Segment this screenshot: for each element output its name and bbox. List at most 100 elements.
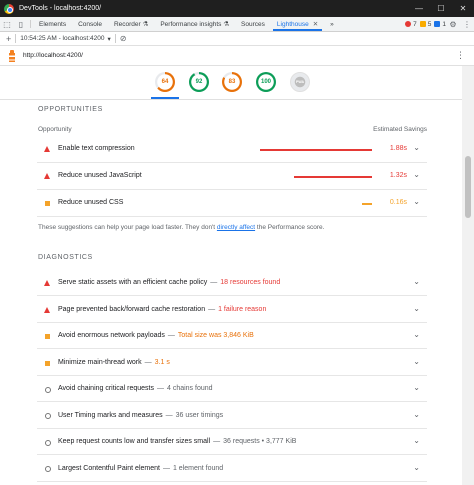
more-tabs-button[interactable]: » [324,17,340,31]
chevron-down-icon[interactable]: ⌄ [413,277,420,286]
tab-label: Recorder [113,20,141,28]
more-options-icon[interactable]: ⋮ [460,17,474,31]
tab-label: Sources [241,20,265,28]
chevron-down-icon[interactable]: ▾ [107,35,110,43]
warning-icon [419,21,426,27]
savings-value: 1.88s [389,145,407,152]
chevron-down-icon[interactable]: ⌄ [413,170,420,179]
fail-triangle-icon [44,306,50,313]
chevron-down-icon[interactable]: ⌄ [413,357,420,366]
vertical-scrollbar[interactable] [462,66,474,485]
dash-separator: — [162,464,170,472]
diagnostic-title: Minimize main-thread work [58,358,142,366]
directly-affect-link[interactable]: directly affect [217,224,255,231]
toolbar-divider [114,34,116,43]
dash-separator: — [165,411,173,419]
warning-count: 5 [427,20,432,28]
diagnostic-title: Avoid chaining critical requests [58,385,154,392]
performance-score-gauge[interactable]: 64 [155,72,175,92]
opportunity-title: Reduce unused JavaScript [58,172,142,179]
tab-sources[interactable]: Sources [235,17,271,31]
diagnostics-heading: DIAGNOSTICS [38,254,93,261]
average-square-icon [45,334,50,339]
new-report-button[interactable]: + [6,34,11,44]
average-square-icon [45,201,50,206]
dash-separator: — [210,279,218,286]
diagnostic-row[interactable]: Avoid enormous network payloads — Total si… [37,323,427,349]
report-selector[interactable]: 10:54:25 AM - localhost:4200 [20,35,104,42]
tab-label: Console [78,20,102,28]
tab-label: Performance insights [160,20,222,28]
report-url-row: http://localhost:4200/ ⋮ [0,46,474,66]
opportunity-row[interactable]: Enable text compression 1.88s ⌄ [37,136,427,163]
error-count: 7 [413,20,417,28]
savings-bar [294,176,372,178]
chevron-down-icon[interactable]: ⌄ [413,463,420,472]
lighthouse-toolbar: + 10:54:25 AM - localhost:4200 ▾ ⊘ [0,32,474,46]
chevron-down-icon[interactable]: ⌄ [413,304,420,313]
fail-triangle-icon [44,280,50,286]
close-window-button[interactable]: ✕ [452,0,474,17]
device-toolbar-icon[interactable]: ▯ [14,17,28,31]
tab-label: Lighthouse [276,20,309,28]
savings-value: 1.32s [389,172,407,179]
chevron-down-icon[interactable]: ⌄ [413,436,420,445]
tab-elements[interactable]: Elements [33,17,72,31]
pwa-badge-icon[interactable]: PWA [290,72,310,92]
dash-separator: — [167,332,175,339]
opportunity-row[interactable]: Reduce unused JavaScript 1.32s ⌄ [37,163,427,190]
chevron-down-icon[interactable]: ⌄ [413,330,420,339]
chevron-down-icon[interactable]: ⌄ [413,383,420,392]
diagnostic-row[interactable]: Minimize main-thread work —3.1 s ⌄ [37,350,427,376]
error-count-badge[interactable]: 7 [405,17,417,31]
warning-count-badge[interactable]: 5 [419,17,432,31]
chevron-down-icon[interactable]: ⌄ [413,197,420,206]
diagnostic-row[interactable]: Page prevented back/forward cache restor… [37,297,427,323]
tab-console[interactable]: Console [72,17,108,31]
diagnostic-row[interactable]: Avoid chaining critical requests —4 chain… [37,376,427,402]
maximize-button[interactable]: ☐ [430,0,452,17]
diagnostic-detail: Total size was 3,846 KiB [177,332,254,339]
best-practices-score-gauge[interactable]: 83 [222,72,242,92]
tab-recorder[interactable]: Recorder ⚗ [108,17,154,31]
settings-gear-icon[interactable]: ⚙ [446,17,460,31]
info-count-badge[interactable]: 1 [434,17,446,31]
diagnostic-row[interactable]: User Timing marks and measures —36 user t… [37,403,427,429]
average-square-icon [45,360,50,366]
diagnostic-detail: 1 element found [172,464,224,472]
score-gauges: 64 92 83 100 PWA [0,66,462,100]
minimize-button[interactable]: — [408,0,430,17]
opportunity-row[interactable]: Reduce unused CSS 0.16s ⌄ [37,190,427,217]
diagnostic-row[interactable]: Keep request counts low and transfer siz… [37,429,427,455]
note-text: the Performance score. [255,224,325,231]
gauge-score: 64 [161,79,169,85]
fail-triangle-icon [44,173,50,179]
diagnostic-row[interactable]: Serve static assets with an efficient ca… [37,270,427,296]
scrollbar-thumb[interactable] [465,156,471,218]
clear-reports-icon[interactable]: ⊘ [120,34,127,43]
seo-score-gauge[interactable]: 100 [256,72,276,92]
experiment-icon: ⚗ [223,21,230,28]
diagnostic-detail: 18 resources found [220,279,281,286]
gauge-score: 92 [195,79,203,85]
diagnostic-detail: 36 requests • 3,777 KiB [223,438,297,445]
gauge-score: PWA [296,80,304,84]
fail-triangle-icon [44,146,50,152]
report-menu-icon[interactable]: ⋮ [456,50,465,61]
diagnostic-title: User Timing marks and measures [58,411,163,419]
tab-performance-insights[interactable]: Performance insights ⚗ [154,17,235,31]
note-text: These suggestions can help your page loa… [38,224,217,231]
report-url[interactable]: http://localhost:4200/ [23,52,83,59]
close-tab-icon[interactable]: ✕ [313,20,318,28]
devtools-tabbar: ⬚ ▯ Elements Console Recorder ⚗ Performa… [0,17,474,32]
diagnostic-row[interactable]: Largest Contentful Paint element —1 eleme… [37,456,427,482]
inspect-element-icon[interactable]: ⬚ [0,17,14,31]
tab-lighthouse[interactable]: Lighthouse ✕ [271,17,324,31]
chevron-down-icon[interactable]: ⌄ [413,410,420,419]
diagnostic-detail: 3.1 s [154,358,170,366]
info-circle-icon [45,439,51,446]
chevron-down-icon[interactable]: ⌄ [413,143,420,152]
accessibility-score-gauge[interactable]: 92 [189,72,209,92]
savings-value: 0.16s [389,199,407,206]
diagnostic-title: Largest Contentful Paint element [58,464,160,472]
